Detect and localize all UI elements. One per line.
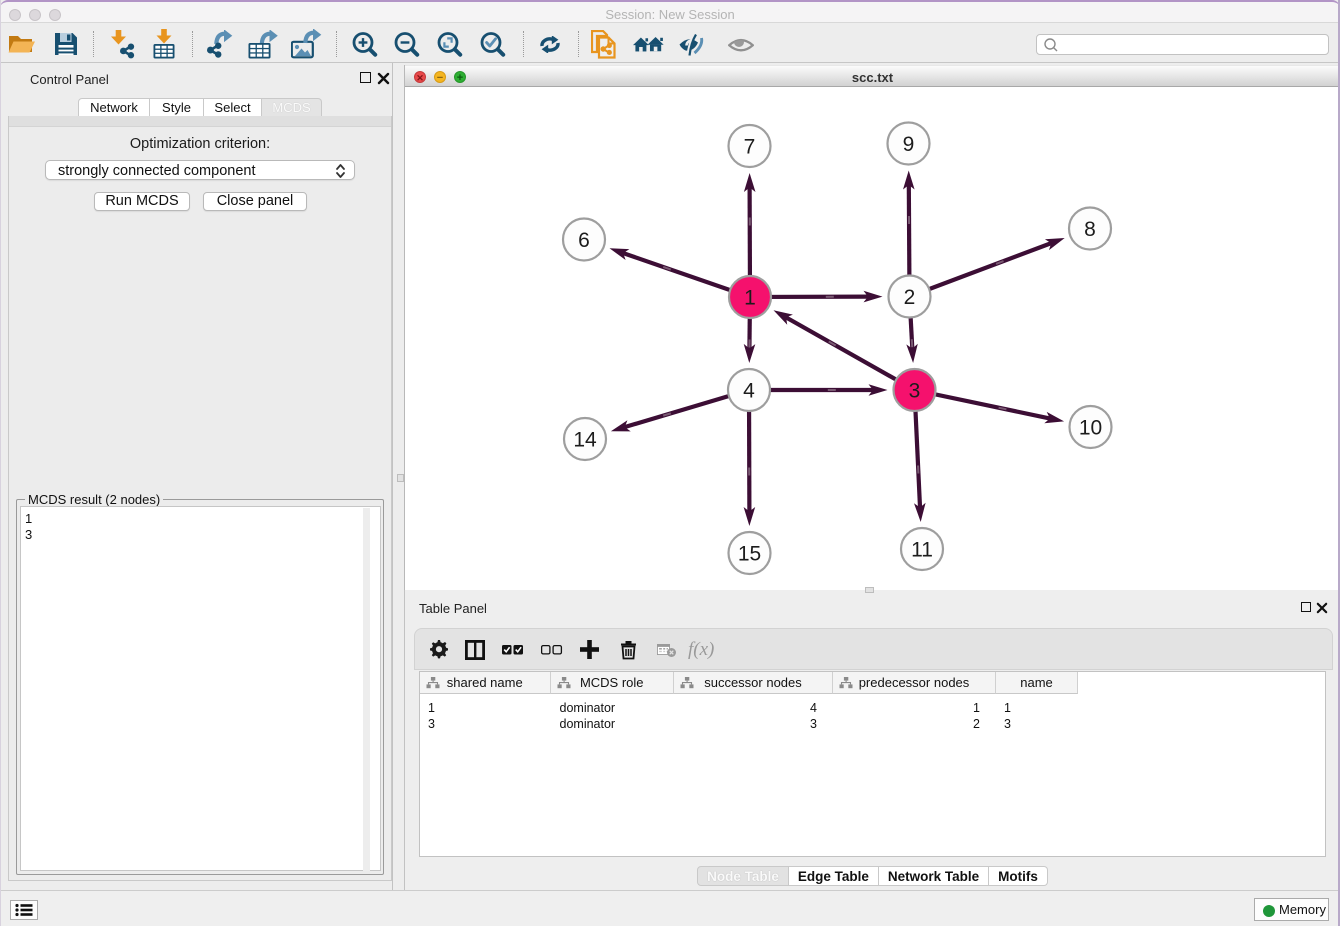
svg-text:9: 9: [903, 133, 915, 156]
svg-text:3: 3: [909, 380, 921, 403]
svg-text:7: 7: [744, 136, 756, 159]
svg-text:2: 2: [904, 286, 916, 309]
svg-text:1: 1: [744, 287, 756, 310]
svg-text:8: 8: [1084, 218, 1096, 241]
svg-text:f(x): f(x): [688, 639, 714, 660]
svg-text:10: 10: [1079, 417, 1102, 440]
svg-text:4: 4: [743, 380, 755, 403]
svg-text:6: 6: [578, 229, 590, 252]
svg-text:14: 14: [573, 429, 597, 452]
svg-text:11: 11: [911, 539, 933, 562]
svg-text:15: 15: [738, 543, 761, 566]
